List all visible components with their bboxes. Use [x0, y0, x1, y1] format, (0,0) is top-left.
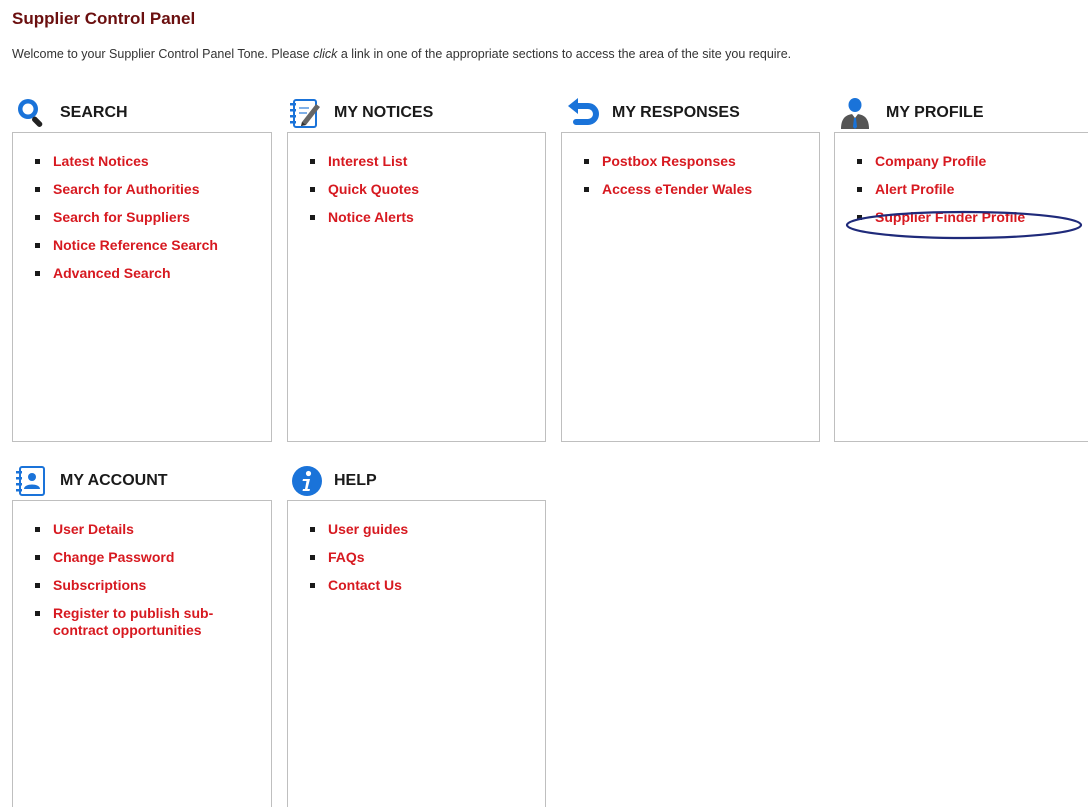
- list-item: Company Profile: [857, 153, 1088, 170]
- return-arrow-icon: [568, 98, 599, 125]
- list-item: Notice Reference Search: [35, 237, 271, 254]
- list-item: Latest Notices: [35, 153, 271, 170]
- magnifier-icon: [18, 99, 43, 127]
- address-book-icon: [16, 466, 45, 496]
- account-section-header: MY ACCOUNT: [14, 461, 168, 501]
- search-section-header: SEARCH: [14, 93, 128, 133]
- supplier-finder-profile-link[interactable]: Supplier Finder Profile: [875, 209, 1025, 225]
- list-item: Advanced Search: [35, 265, 271, 282]
- search-for-suppliers-link[interactable]: Search for Suppliers: [53, 209, 190, 225]
- notices-section-header: MY NOTICES: [288, 93, 433, 133]
- profile-section-title: MY PROFILE: [886, 104, 984, 121]
- list-item: Access eTender Wales: [584, 181, 819, 198]
- list-item: Interest List: [310, 153, 545, 170]
- search-section-title: SEARCH: [60, 104, 128, 121]
- access-etender-wales-link[interactable]: Access eTender Wales: [602, 181, 752, 197]
- notepad-pencil-icon: [290, 99, 320, 128]
- latest-notices-link[interactable]: Latest Notices: [53, 153, 149, 169]
- help-links: User guides FAQs Contact Us: [288, 501, 545, 594]
- list-item: Register to publish sub-contract opportu…: [35, 605, 271, 639]
- welcome-message: Welcome to your Supplier Control Panel T…: [12, 47, 791, 61]
- quick-quotes-link[interactable]: Quick Quotes: [328, 181, 419, 197]
- notices-links: Interest List Quick Quotes Notice Alerts: [288, 133, 545, 226]
- welcome-text-end: a link in one of the appropriate section…: [337, 47, 792, 61]
- company-profile-link[interactable]: Company Profile: [875, 153, 986, 169]
- list-item: Search for Authorities: [35, 181, 271, 198]
- list-item: Change Password: [35, 549, 271, 566]
- search-for-authorities-link[interactable]: Search for Authorities: [53, 181, 200, 197]
- notices-section-title: MY NOTICES: [334, 104, 434, 121]
- postbox-responses-link[interactable]: Postbox Responses: [602, 153, 736, 169]
- list-item: Supplier Finder Profile: [857, 209, 1088, 226]
- contact-us-link[interactable]: Contact Us: [328, 577, 402, 593]
- list-item: Subscriptions: [35, 577, 271, 594]
- alert-profile-link[interactable]: Alert Profile: [875, 181, 954, 197]
- notice-alerts-link[interactable]: Notice Alerts: [328, 209, 414, 225]
- welcome-text-emphasis: click: [313, 47, 338, 61]
- account-section-title: MY ACCOUNT: [60, 472, 168, 489]
- responses-section-title: MY RESPONSES: [612, 104, 740, 121]
- notices-panel: Interest List Quick Quotes Notice Alerts: [287, 132, 546, 442]
- advanced-search-link[interactable]: Advanced Search: [53, 265, 171, 281]
- user-guides-link[interactable]: User guides: [328, 521, 408, 537]
- help-section-title: HELP: [334, 472, 377, 489]
- list-item: Alert Profile: [857, 181, 1088, 198]
- list-item: User guides: [310, 521, 545, 538]
- register-subcontract-link[interactable]: Register to publish sub-contract opportu…: [53, 605, 253, 639]
- help-section-header: HELP: [290, 461, 377, 501]
- interest-list-link[interactable]: Interest List: [328, 153, 407, 169]
- list-item: Notice Alerts: [310, 209, 545, 226]
- responses-panel: Postbox Responses Access eTender Wales: [561, 132, 820, 442]
- search-links: Latest Notices Search for Authorities Se…: [13, 133, 271, 282]
- user-details-link[interactable]: User Details: [53, 521, 134, 537]
- list-item: Contact Us: [310, 577, 545, 594]
- business-person-icon: [841, 98, 869, 129]
- responses-section-header: MY RESPONSES: [566, 93, 740, 133]
- notice-reference-search-link[interactable]: Notice Reference Search: [53, 237, 218, 253]
- list-item: FAQs: [310, 549, 545, 566]
- list-item: Quick Quotes: [310, 181, 545, 198]
- supplier-control-panel: Supplier Control Panel Welcome to your S…: [0, 0, 1088, 807]
- welcome-text-start: Welcome to your Supplier Control Panel T…: [12, 47, 314, 61]
- faqs-link[interactable]: FAQs: [328, 549, 365, 565]
- help-panel: User guides FAQs Contact Us: [287, 500, 546, 807]
- profile-section-header: MY PROFILE: [838, 93, 984, 133]
- profile-links: Company Profile Alert Profile Supplier F…: [835, 133, 1088, 226]
- search-panel: Latest Notices Search for Authorities Se…: [12, 132, 272, 442]
- info-icon: [292, 466, 322, 496]
- account-links: User Details Change Password Subscriptio…: [13, 501, 271, 639]
- list-item: User Details: [35, 521, 271, 538]
- list-item: Postbox Responses: [584, 153, 819, 170]
- page-title: Supplier Control Panel: [12, 9, 196, 28]
- responses-links: Postbox Responses Access eTender Wales: [562, 133, 819, 198]
- list-item: Search for Suppliers: [35, 209, 271, 226]
- account-panel: User Details Change Password Subscriptio…: [12, 500, 272, 807]
- subscriptions-link[interactable]: Subscriptions: [53, 577, 146, 593]
- profile-panel: Company Profile Alert Profile Supplier F…: [834, 132, 1088, 442]
- change-password-link[interactable]: Change Password: [53, 549, 174, 565]
